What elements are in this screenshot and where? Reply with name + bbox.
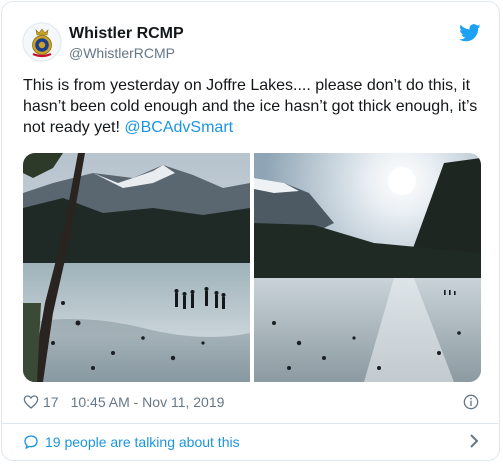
speech-bubble-icon	[24, 435, 38, 450]
heart-icon[interactable]	[23, 394, 39, 410]
info-icon[interactable]	[463, 394, 479, 410]
display-name[interactable]: Whistler RCMP	[69, 25, 184, 43]
twitter-bird-icon[interactable]	[459, 24, 481, 42]
tweet-card[interactable]: Whistler RCMP @WhistlerRCMP This is from…	[1, 1, 500, 461]
chevron-right-icon[interactable]	[469, 434, 479, 448]
like-count[interactable]: 17	[43, 394, 59, 410]
photo-lake-sun[interactable]	[254, 153, 481, 382]
tweet-body: This is from yesterday on Joffre Lakes..…	[23, 77, 478, 136]
divider	[2, 423, 499, 424]
conversation-label[interactable]: 19 people are talking about this	[45, 434, 240, 450]
handle[interactable]: @WhistlerRCMP	[69, 45, 175, 61]
avatar[interactable]	[22, 22, 62, 62]
photo-lake-people[interactable]	[23, 153, 250, 382]
timestamp[interactable]: 10:45 AM - Nov 11, 2019	[71, 394, 225, 410]
media-grid	[23, 153, 481, 382]
mention-link[interactable]: @BCAdvSmart	[124, 119, 233, 136]
conversation-link[interactable]: 19 people are talking about this	[23, 432, 240, 452]
tweet-meta: 17 10:45 AM - Nov 11, 2019	[23, 392, 224, 412]
rcmp-crest-logo	[22, 22, 62, 62]
tweet-text: This is from yesterday on Joffre Lakes..…	[23, 75, 483, 138]
